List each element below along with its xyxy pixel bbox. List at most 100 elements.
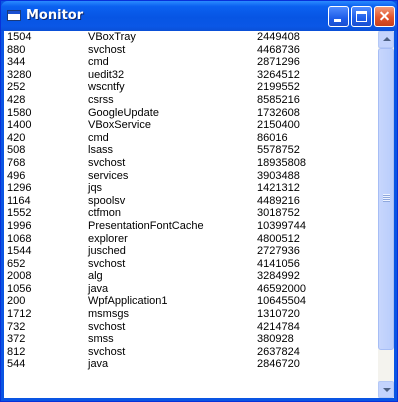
process-memory: 5578752 — [257, 144, 300, 157]
process-name: svchost — [88, 156, 126, 169]
list-item[interactable]: 344 cmd 2871296 — [4, 56, 377, 69]
process-memory: 4489216 — [257, 194, 300, 207]
process-name: svchost — [88, 320, 126, 333]
list-item[interactable]: 544 java 2846720 — [4, 358, 377, 371]
process-list-area: 1504 VBoxTray 2449408 880 svchost 4468736 344 c… — [4, 31, 394, 398]
process-pid: 508 — [7, 144, 26, 157]
list-item[interactable]: 1068 explorer 4800512 — [4, 233, 377, 246]
process-name: smss — [88, 333, 114, 346]
process-name: wscntfy — [88, 81, 125, 94]
list-item[interactable]: 1712 msmsgs 1310720 — [4, 308, 377, 321]
process-memory: 4214784 — [257, 320, 300, 333]
list-item[interactable]: 652 svchost 4141056 — [4, 258, 377, 271]
process-memory: 4141056 — [257, 257, 300, 270]
process-pid: 344 — [7, 56, 26, 69]
process-name: svchost — [88, 257, 126, 270]
process-pid: 544 — [7, 358, 26, 371]
process-name: csrss — [88, 93, 114, 106]
list-item[interactable]: 372 smss 380928 — [4, 333, 377, 346]
list-item[interactable]: 1164 spoolsv 4489216 — [4, 195, 377, 208]
process-pid: 200 — [7, 295, 26, 308]
scroll-down-button[interactable] — [378, 381, 394, 398]
process-pid: 252 — [7, 81, 26, 94]
list-item[interactable]: 1056 java 46592000 — [4, 283, 377, 296]
process-name: svchost — [88, 43, 126, 56]
list-item[interactable]: 732 svchost 4214784 — [4, 321, 377, 334]
process-name: WpfApplication1 — [88, 295, 168, 308]
process-name: cmd — [88, 131, 109, 144]
list-item[interactable]: 3280 uedit32 3264512 — [4, 69, 377, 82]
process-memory: 2637824 — [257, 345, 300, 358]
maximize-button[interactable] — [351, 6, 372, 27]
process-pid: 732 — [7, 320, 26, 333]
process-pid: 496 — [7, 169, 26, 182]
scroll-up-button[interactable] — [378, 31, 394, 48]
maximize-icon — [356, 11, 367, 22]
process-name: cmd — [88, 56, 109, 69]
process-name: lsass — [88, 144, 114, 157]
process-list[interactable]: 1504 VBoxTray 2449408 880 svchost 4468736 344 c… — [4, 31, 377, 371]
process-name: services — [88, 169, 129, 182]
arrow-down-icon — [383, 388, 391, 392]
list-item[interactable]: 200 WpfApplication1 10645504 — [4, 295, 377, 308]
minimize-icon — [334, 19, 341, 22]
list-item[interactable]: 880 svchost 4468736 — [4, 44, 377, 57]
process-name: java — [88, 358, 109, 371]
close-button[interactable] — [374, 6, 395, 27]
process-pid: 420 — [7, 131, 26, 144]
list-item[interactable]: 420 cmd 86016 — [4, 132, 377, 145]
process-pid: 2008 — [7, 270, 32, 283]
process-name: java — [88, 282, 109, 295]
process-pid: 1400 — [7, 119, 32, 132]
process-memory: 2727936 — [257, 245, 300, 258]
process-memory: 4468736 — [257, 43, 300, 56]
list-item[interactable]: 428 csrss 8585216 — [4, 94, 377, 107]
process-memory: 46592000 — [257, 282, 306, 295]
process-pid: 652 — [7, 257, 26, 270]
process-name: jusched — [88, 245, 126, 258]
list-item[interactable]: 1580 GoogleUpdate 1732608 — [4, 107, 377, 120]
process-name: VBoxTray — [88, 31, 136, 43]
list-item[interactable]: 2008 alg 3284992 — [4, 270, 377, 283]
process-pid: 1544 — [7, 245, 32, 258]
close-icon — [375, 7, 394, 26]
process-name: explorer — [88, 232, 128, 245]
process-pid: 3280 — [7, 68, 32, 81]
process-memory: 380928 — [257, 333, 294, 346]
process-pid: 1552 — [7, 207, 32, 220]
process-name: alg — [88, 270, 103, 283]
list-item[interactable]: 1996 PresentationFontCache 10399744 — [4, 220, 377, 233]
list-item[interactable]: 496 services 3903488 — [4, 170, 377, 183]
list-item[interactable]: 1544 jusched 2727936 — [4, 245, 377, 258]
minimize-button[interactable] — [328, 6, 349, 27]
list-item[interactable]: 1504 VBoxTray 2449408 — [4, 31, 377, 44]
process-name: uedit32 — [88, 68, 125, 81]
process-memory: 2846720 — [257, 358, 300, 371]
scrollbar-thumb[interactable] — [378, 48, 394, 350]
vertical-scrollbar[interactable] — [378, 31, 394, 398]
process-memory: 3018752 — [257, 207, 300, 220]
process-memory: 3264512 — [257, 68, 300, 81]
list-item[interactable]: 812 svchost 2637824 — [4, 346, 377, 359]
process-name: PresentationFontCache — [88, 219, 204, 232]
list-item[interactable]: 1400 VBoxService 2150400 — [4, 119, 377, 132]
list-item[interactable]: 1296 jqs 1421312 — [4, 182, 377, 195]
title-bar[interactable]: Monitor — [1, 1, 397, 31]
list-item[interactable]: 508 lsass 5578752 — [4, 144, 377, 157]
process-memory: 18935808 — [257, 156, 306, 169]
list-item[interactable]: 252 wscntfy 2199552 — [4, 81, 377, 94]
process-memory: 2449408 — [257, 31, 300, 43]
process-pid: 1712 — [7, 308, 32, 321]
process-pid: 1068 — [7, 232, 32, 245]
process-name: jqs — [88, 182, 103, 195]
process-pid: 1996 — [7, 219, 32, 232]
process-memory: 3284992 — [257, 270, 300, 283]
process-name: msmsgs — [88, 308, 129, 321]
list-item[interactable]: 768 svchost 18935808 — [4, 157, 377, 170]
process-memory: 86016 — [257, 131, 288, 144]
process-pid: 1056 — [7, 282, 32, 295]
process-name: spoolsv — [88, 194, 126, 207]
window-app-icon[interactable] — [7, 10, 21, 21]
process-memory: 1421312 — [257, 182, 300, 195]
list-item[interactable]: 1552 ctfmon 3018752 — [4, 207, 377, 220]
